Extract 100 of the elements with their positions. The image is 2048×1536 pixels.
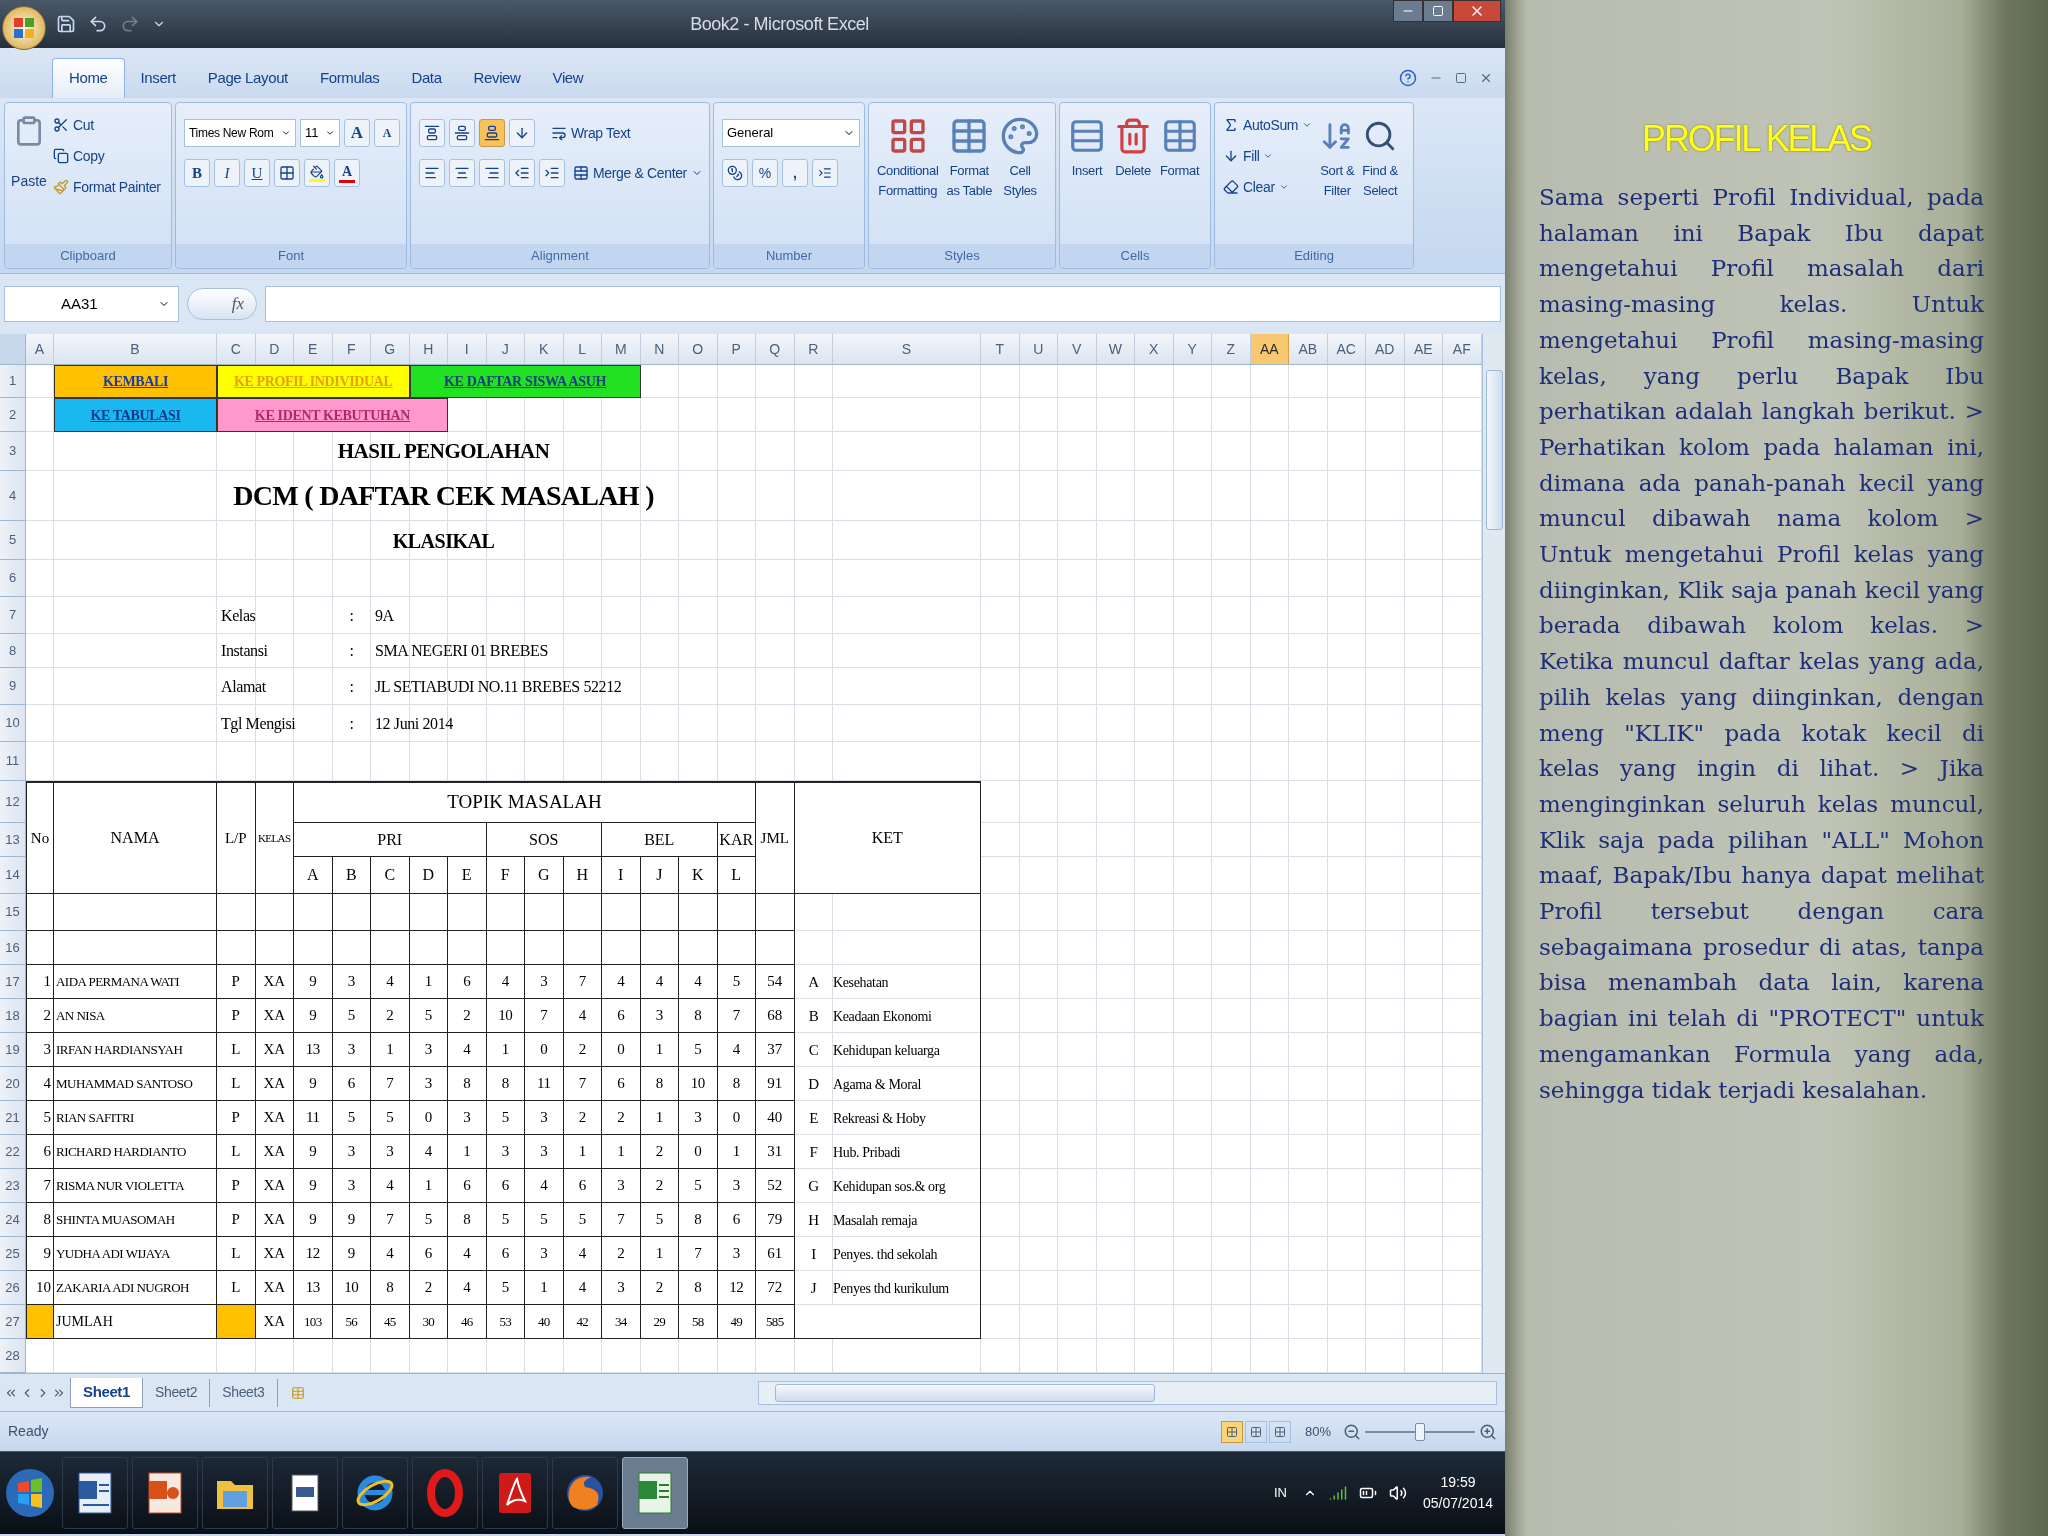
delete-cells-button[interactable]: Delete	[1110, 107, 1156, 244]
zoom-level[interactable]: 80%	[1304, 1421, 1331, 1442]
taskbar-button[interactable]	[342, 1457, 408, 1529]
close-button[interactable]	[1453, 0, 1501, 22]
ribbon-tab[interactable]: Insert	[124, 58, 192, 98]
ribbon-tab[interactable]: View	[536, 58, 600, 98]
column-header[interactable]: K	[525, 334, 564, 364]
row-header[interactable]: 19	[0, 1033, 26, 1067]
align-right-button[interactable]	[479, 159, 505, 187]
fill-button[interactable]: Fill	[1219, 142, 1317, 170]
taskbar-button[interactable]	[272, 1457, 338, 1529]
shrink-font-button[interactable]: A	[374, 119, 400, 147]
column-header[interactable]: I	[448, 334, 487, 364]
row-header[interactable]: 22	[0, 1135, 26, 1169]
volume-icon[interactable]	[1388, 1484, 1407, 1502]
horizontal-scrollbar[interactable]	[757, 1380, 1497, 1405]
column-header[interactable]: C	[217, 334, 256, 364]
copy-button[interactable]: Copy	[49, 142, 165, 170]
cut-button[interactable]: Cut	[49, 111, 165, 139]
column-header[interactable]: B	[54, 334, 217, 364]
row-header[interactable]: 28	[0, 1339, 26, 1373]
italic-button[interactable]: I	[214, 159, 240, 187]
percent-button[interactable]: %	[752, 159, 778, 187]
column-header[interactable]: L	[563, 334, 602, 364]
row-header[interactable]: 17	[0, 965, 26, 999]
language-indicator[interactable]: IN	[1273, 1483, 1287, 1503]
column-header[interactable]: X	[1135, 334, 1174, 364]
ribbon-tab[interactable]: Formulas	[303, 58, 396, 98]
taskbar-button[interactable]	[132, 1457, 198, 1529]
vertical-align-button[interactable]	[449, 119, 475, 147]
cell-styles-button[interactable]: Cell Styles	[996, 107, 1045, 244]
column-header[interactable]: H	[409, 334, 448, 364]
view-button[interactable]	[1220, 1420, 1243, 1443]
ribbon-tab[interactable]: Data	[395, 58, 458, 98]
row-header[interactable]: 14	[0, 857, 26, 894]
column-header[interactable]: Y	[1173, 334, 1212, 364]
zoom-in-icon[interactable]	[1479, 1422, 1497, 1441]
column-header[interactable]: M	[602, 334, 641, 364]
taskbar-button[interactable]	[552, 1457, 618, 1529]
row-header[interactable]: 23	[0, 1169, 26, 1203]
row-header[interactable]: 16	[0, 931, 26, 965]
taskbar-button[interactable]	[482, 1457, 548, 1529]
column-header[interactable]: Z	[1212, 334, 1251, 364]
column-header[interactable]: AB	[1289, 334, 1328, 364]
vertical-align-button[interactable]	[419, 119, 445, 147]
row-header[interactable]: 20	[0, 1067, 26, 1101]
clear-button[interactable]: Clear	[1219, 173, 1317, 201]
column-header[interactable]: N	[640, 334, 679, 364]
row-header[interactable]: 10	[0, 705, 26, 742]
row-header[interactable]: 7	[0, 597, 26, 634]
column-header[interactable]: F	[332, 334, 371, 364]
row-header[interactable]: 12	[0, 781, 26, 823]
sheet-tab[interactable]: Sheet3	[210, 1378, 278, 1407]
sort-filter-button[interactable]: Sort & Filter	[1316, 107, 1359, 244]
paste-button[interactable]: Paste	[9, 107, 49, 244]
save-icon[interactable]	[56, 14, 76, 34]
network-icon[interactable]	[1328, 1484, 1347, 1502]
taskbar-button[interactable]	[202, 1457, 268, 1529]
row-header[interactable]: 21	[0, 1101, 26, 1135]
formula-input[interactable]	[265, 286, 1501, 322]
row-header[interactable]: 26	[0, 1271, 26, 1305]
column-header[interactable]: AF	[1443, 334, 1482, 364]
conditional-formatting-button[interactable]: Conditional Formatting	[873, 107, 943, 244]
column-header[interactable]: D	[255, 334, 294, 364]
font-name-dropdown[interactable]: Times New Rom	[184, 119, 296, 147]
comma-button[interactable]: ,	[782, 159, 808, 187]
sheet-tab[interactable]: Sheet1	[70, 1377, 143, 1408]
column-header[interactable]: AD	[1366, 334, 1405, 364]
format-cells-button[interactable]: Format	[1156, 107, 1204, 244]
close-icon[interactable]	[1479, 71, 1493, 85]
fill-color-button[interactable]	[304, 159, 330, 187]
row-header[interactable]: 3	[0, 432, 26, 471]
row-header[interactable]: 24	[0, 1203, 26, 1237]
font-size-dropdown[interactable]: 11	[300, 119, 340, 147]
row-header[interactable]: 27	[0, 1305, 26, 1339]
find-select-button[interactable]: Find & Select	[1358, 107, 1402, 244]
vertical-scrollbar[interactable]	[1482, 334, 1505, 1373]
merge-center-button[interactable]: Merge & Center	[569, 159, 707, 187]
function-button[interactable]: fx	[187, 288, 257, 320]
column-header[interactable]: AC	[1327, 334, 1366, 364]
column-header[interactable]: AE	[1404, 334, 1443, 364]
format-as-table-button[interactable]: Format as Table	[942, 107, 997, 244]
column-header[interactable]: S	[833, 334, 981, 364]
row-header[interactable]: 11	[0, 742, 26, 781]
font-color-button[interactable]: A	[334, 159, 360, 187]
row-header[interactable]: 13	[0, 823, 26, 857]
zoom-slider[interactable]	[1365, 1421, 1475, 1442]
currency-button[interactable]	[722, 159, 748, 187]
row-header[interactable]: 5	[0, 521, 26, 560]
column-header[interactable]: O	[679, 334, 718, 364]
orientation-button[interactable]	[509, 119, 535, 147]
ribbon-tab[interactable]: Review	[457, 58, 537, 98]
column-header[interactable]: W	[1096, 334, 1135, 364]
align-center-button[interactable]	[449, 159, 475, 187]
row-header[interactable]: 4	[0, 471, 26, 521]
undo-icon[interactable]	[88, 14, 108, 34]
column-header[interactable]: P	[717, 334, 756, 364]
hyperlink[interactable]: KEMBALI	[54, 365, 217, 398]
hyperlink[interactable]: KE DAFTAR SISWA ASUH	[409, 365, 641, 398]
underline-button[interactable]: U	[244, 159, 270, 187]
